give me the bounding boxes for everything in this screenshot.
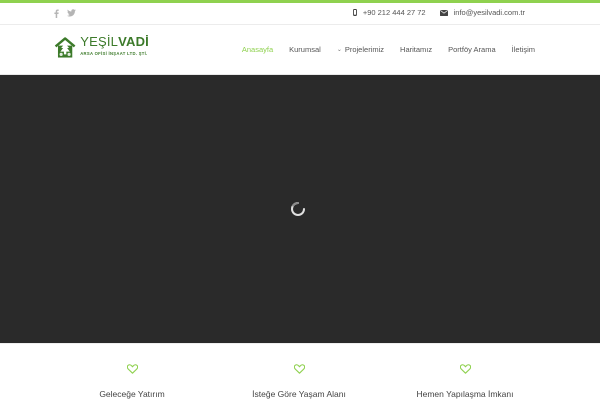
logo-subtitle: ARSA OFİSİ İNŞAAT LTD. ŞTİ. [80,51,148,56]
email-address: info@yesilvadi.com.tr [453,8,525,17]
loading-spinner-icon [291,201,305,216]
top-info-bar: +90 212 444 27 72 info@yesilvadi.com.tr [0,3,600,25]
feature-label: Geleceğe Yatırım [99,389,165,399]
nav-item-iletisim[interactable]: İletişim [512,45,535,54]
house-tree-logo-icon [54,37,76,58]
email-contact[interactable]: info@yesilvadi.com.tr [439,8,525,17]
twitter-icon[interactable] [67,9,76,18]
contact-info: +90 212 444 27 72 info@yesilvadi.com.tr [352,8,525,17]
chevron-down-icon: ⌄ [336,47,342,53]
feature-item: İsteğe Göre Yaşam Alanı [229,364,369,399]
heart-icon [126,364,138,374]
logo-wordmark: YEŞİLVADİ [80,34,149,49]
heart-icon [293,364,305,374]
facebook-icon[interactable] [54,9,59,18]
phone-contact[interactable]: +90 212 444 27 72 [352,8,426,17]
nav-item-anasayfa[interactable]: Anasayfa [242,45,273,54]
feature-item: Geleceğe Yatırım [62,364,202,399]
envelope-icon [439,9,448,16]
feature-label: Hemen Yapılaşma İmkanı [416,389,514,399]
feature-label: İsteğe Göre Yaşam Alanı [252,389,346,399]
feature-item: Hemen Yapılaşma İmkanı [395,364,535,399]
social-links [54,9,76,18]
nav-item-haritamiz[interactable]: Haritamız [400,45,432,54]
features-section: Geleceğe Yatırım İsteğe Göre Yaşam Alanı… [0,343,600,400]
site-logo[interactable]: YEŞİLVADİ ARSA OFİSİ İNŞAAT LTD. ŞTİ. [54,34,149,66]
main-navigation: Anasayfa Kurumsal ⌄ Projelerimiz Haritamı… [226,45,535,54]
nav-item-kurumsal[interactable]: Kurumsal [289,45,321,54]
phone-number: +90 212 444 27 72 [362,8,426,17]
site-header: YEŞİLVADİ ARSA OFİSİ İNŞAAT LTD. ŞTİ. An… [0,26,600,75]
nav-item-projelerimiz[interactable]: ⌄ Projelerimiz [337,45,384,54]
heart-icon [459,364,471,374]
nav-item-portfoy-arama[interactable]: Portföy Arama [448,45,496,54]
mobile-phone-icon [352,9,357,16]
